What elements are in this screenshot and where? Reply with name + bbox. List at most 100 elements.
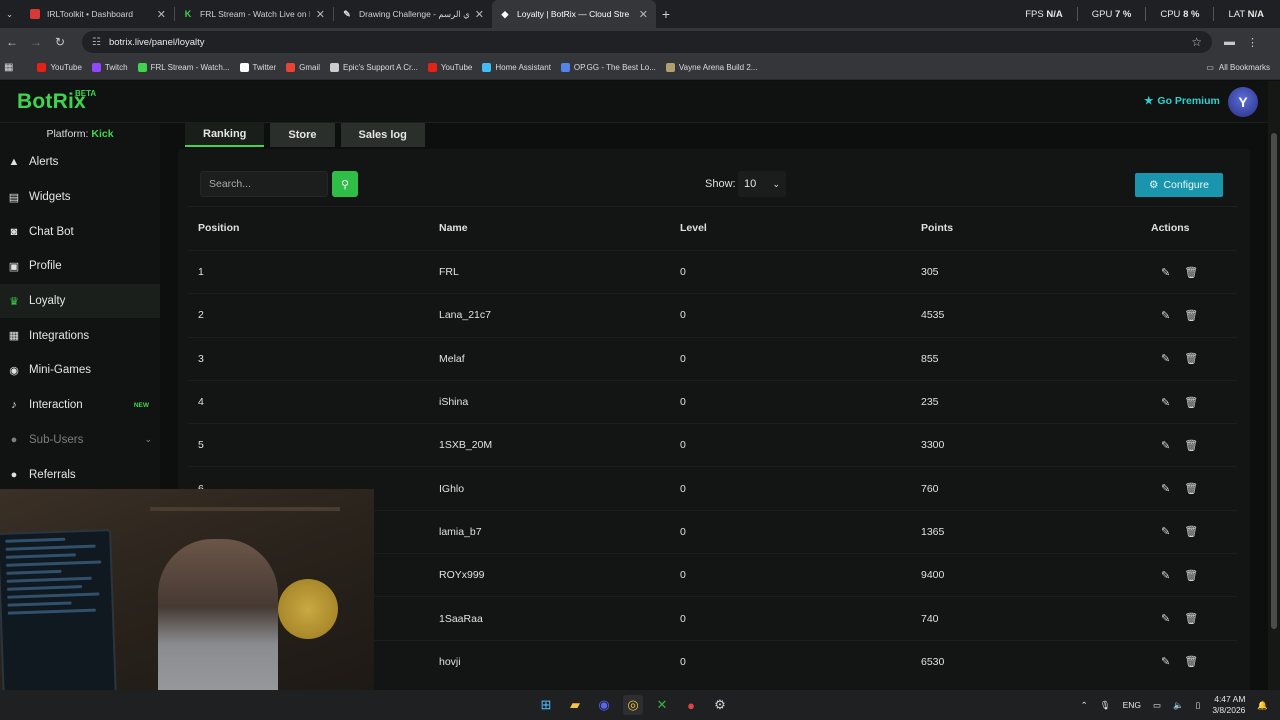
edit-pencil-icon[interactable]: ✎: [1161, 612, 1170, 625]
new-tab-button[interactable]: +: [656, 6, 676, 22]
tab-store[interactable]: Store: [270, 123, 335, 147]
notification-bell-icon[interactable]: 🔔: [1257, 700, 1268, 711]
forward-icon[interactable]: →: [24, 35, 48, 49]
chat-line: [5, 544, 96, 551]
close-icon[interactable]: ✕: [633, 8, 648, 21]
bookmark-opgg[interactable]: OP.GG - The Best Lo...: [556, 63, 661, 72]
trash-icon[interactable]: 🗑: [1184, 266, 1198, 279]
microphone-icon[interactable]: 🎙: [1100, 700, 1111, 711]
back-icon[interactable]: ←: [0, 35, 24, 49]
tab-search-button[interactable]: ⌄: [0, 0, 22, 28]
trash-icon[interactable]: 🗑: [1184, 482, 1198, 495]
column-header-name[interactable]: Name: [429, 222, 670, 234]
bookmark-twitter[interactable]: Twitter: [235, 63, 282, 72]
sidebar-item-chat-bot[interactable]: ◙ Chat Bot: [0, 214, 160, 249]
steam-icon[interactable]: ⚙: [710, 695, 730, 715]
sidebar-item-alerts[interactable]: ▲ Alerts: [0, 145, 160, 180]
tab-sales-log[interactable]: Sales log: [340, 123, 425, 147]
address-bar[interactable]: ☷ botrix.live/panel/loyalty ☆: [82, 31, 1212, 53]
chevron-up-icon[interactable]: ⌃: [1081, 700, 1088, 711]
sidebar-item-sub-users[interactable]: ● Sub-Users ⌄: [0, 423, 160, 458]
site-info-icon[interactable]: ☷: [92, 37, 101, 48]
trash-icon[interactable]: 🗑: [1184, 525, 1198, 538]
menu-kebab-icon[interactable]: ⋮: [1247, 36, 1258, 49]
bookmark-youtube-2[interactable]: YouTube: [423, 63, 477, 72]
bookmark-label: Epic's Support A Cr...: [343, 63, 418, 72]
sidebar-item-mini-games[interactable]: ◉ Mini-Games: [0, 353, 160, 388]
cell-level: 0: [680, 569, 686, 582]
go-premium-button[interactable]: ★ Go Premium: [1144, 95, 1220, 107]
clock[interactable]: 4:47 AM 3/8/2026: [1212, 694, 1245, 716]
apps-grid-icon[interactable]: ▦: [0, 62, 18, 73]
scrollbar-thumb[interactable]: [1271, 133, 1277, 629]
bookmark-home-assistant[interactable]: Home Assistant: [477, 63, 556, 72]
edit-pencil-icon[interactable]: ✎: [1161, 352, 1170, 365]
column-header-level[interactable]: Level: [670, 222, 911, 234]
sidebar-item-loyalty[interactable]: ♛ Loyalty: [0, 283, 160, 319]
network-icon[interactable]: ▭: [1153, 700, 1161, 711]
close-icon[interactable]: ✕: [151, 8, 166, 21]
cell-actions: ✎ 🗑: [1151, 352, 1237, 365]
trash-icon[interactable]: 🗑: [1184, 396, 1198, 409]
chrome-icon[interactable]: ◎: [623, 695, 643, 715]
page-scrollbar[interactable]: [1268, 81, 1280, 690]
obs-record-icon[interactable]: ●: [681, 695, 701, 715]
sidebar-item-widgets[interactable]: ▤ Widgets: [0, 180, 160, 215]
search-button[interactable]: ⚲: [332, 171, 358, 197]
trash-icon[interactable]: 🗑: [1184, 569, 1198, 582]
bookmark-star-icon[interactable]: ☆: [1191, 35, 1202, 49]
trash-icon[interactable]: 🗑: [1184, 612, 1198, 625]
language-indicator[interactable]: ENG: [1123, 700, 1141, 710]
bookmark-epic-support[interactable]: Epic's Support A Cr...: [325, 63, 423, 72]
bookmark-vayne[interactable]: Vayne Arena Build 2...: [661, 63, 763, 72]
tab-irltoolkit[interactable]: IRLToolkit • Dashboard ✕: [22, 0, 174, 28]
discord-icon[interactable]: ◉: [594, 695, 614, 715]
bookmark-youtube[interactable]: YouTube: [32, 63, 86, 72]
app-header: BotRix BETA ★ Go Premium Y: [0, 81, 1268, 123]
extension-icon[interactable]: ▬: [1224, 36, 1235, 49]
close-icon[interactable]: ✕: [310, 8, 325, 21]
edit-pencil-icon[interactable]: ✎: [1161, 655, 1170, 668]
tab-frl-stream[interactable]: K FRL Stream - Watch Live on Kick ✕: [175, 0, 333, 28]
column-header-position[interactable]: Position: [188, 222, 429, 234]
kick-icon: [137, 63, 147, 72]
trash-icon[interactable]: 🗑: [1184, 352, 1198, 365]
webcam-overlay: [0, 489, 374, 708]
file-explorer-icon[interactable]: ▰: [565, 695, 585, 715]
bookmark-twitch[interactable]: Twitch: [87, 63, 133, 72]
trash-icon[interactable]: 🗑: [1184, 309, 1198, 322]
edit-pencil-icon[interactable]: ✎: [1161, 266, 1170, 279]
xbox-icon[interactable]: ✕: [652, 695, 672, 715]
reload-icon[interactable]: ↻: [48, 35, 72, 49]
bookmark-gmail[interactable]: Gmail: [281, 63, 325, 72]
tab-botrix-loyalty[interactable]: ◆ Loyalty | BotRix — Cloud Stream ✕: [492, 0, 656, 28]
page-size-select[interactable]: 10 ⌄: [738, 171, 786, 197]
url-text: botrix.live/panel/loyalty: [108, 36, 205, 48]
column-header-points[interactable]: Points: [911, 222, 1151, 234]
bookmark-frl-stream[interactable]: FRL Stream - Watch...: [133, 63, 235, 72]
edit-pencil-icon[interactable]: ✎: [1161, 396, 1170, 409]
edit-pencil-icon[interactable]: ✎: [1161, 482, 1170, 495]
tab-drawing-challenge[interactable]: ✎ Drawing Challenge - تحدي الرسم ✕: [334, 0, 492, 28]
edit-pencil-icon[interactable]: ✎: [1161, 525, 1170, 538]
battery-icon[interactable]: ▯: [1196, 700, 1201, 711]
clock-time: 4:47 AM: [1214, 694, 1246, 704]
windows-start-icon[interactable]: ⊞: [536, 695, 556, 715]
sidebar-item-referrals[interactable]: ● Referrals: [0, 457, 160, 492]
trash-icon[interactable]: 🗑: [1184, 439, 1198, 452]
avatar[interactable]: Y: [1228, 87, 1258, 117]
edit-pencil-icon[interactable]: ✎: [1161, 569, 1170, 582]
edit-pencil-icon[interactable]: ✎: [1161, 439, 1170, 452]
sidebar-item-profile[interactable]: ▣ Profile: [0, 249, 160, 284]
sidebar-item-interaction[interactable]: ♪ Interaction NEW: [0, 388, 160, 423]
sidebar-item-integrations[interactable]: ▦ Integrations: [0, 318, 160, 353]
bookmark-label: Twitter: [252, 63, 277, 72]
trash-icon[interactable]: 🗑: [1184, 655, 1198, 668]
edit-pencil-icon[interactable]: ✎: [1161, 309, 1170, 322]
volume-icon[interactable]: 🔈: [1173, 700, 1184, 711]
configure-button[interactable]: ⚙ Configure: [1135, 173, 1223, 197]
search-input[interactable]: Search...: [200, 171, 328, 197]
all-bookmarks[interactable]: ▭ All Bookmarks: [1206, 63, 1280, 72]
close-icon[interactable]: ✕: [469, 8, 484, 21]
tab-ranking[interactable]: Ranking: [185, 123, 265, 147]
